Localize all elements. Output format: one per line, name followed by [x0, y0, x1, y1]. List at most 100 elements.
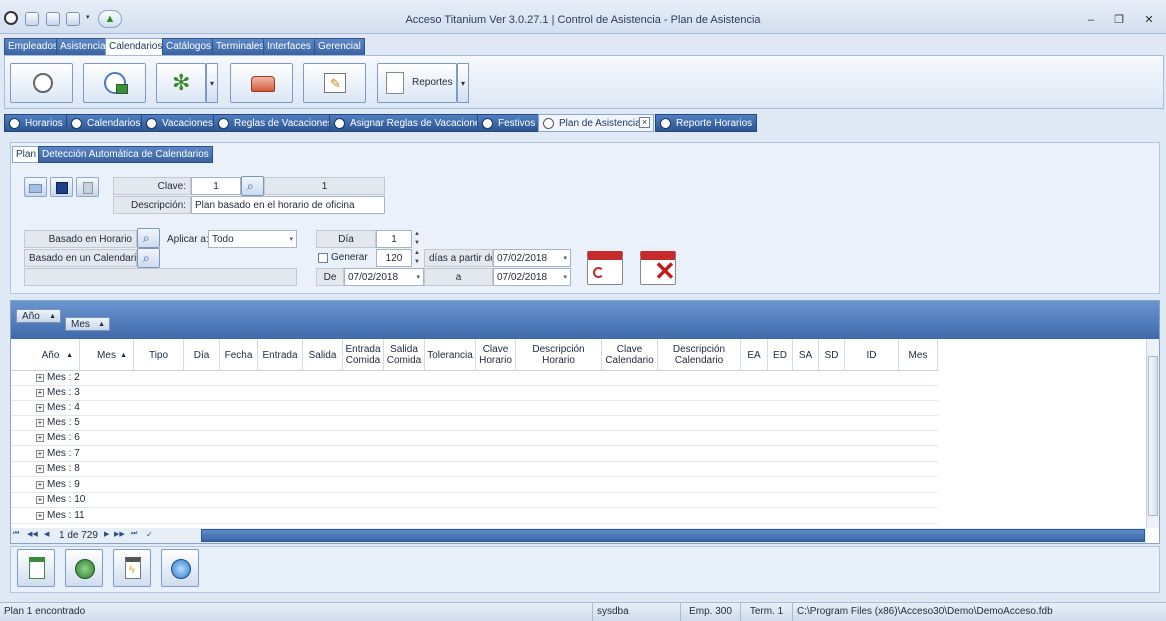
grid-group-row[interactable]: + Mes : 6: [11, 431, 938, 446]
ribbon-tab-asistencia[interactable]: Asistencia: [56, 38, 110, 55]
ribbon-tab-calendarios[interactable]: Calendarios: [105, 38, 167, 56]
expand-icon[interactable]: +: [36, 389, 44, 397]
basado-calendario-option[interactable]: Basado en un Calendario: [24, 249, 137, 267]
reportes-dropdown[interactable]: ▾: [457, 63, 469, 103]
expand-icon[interactable]: +: [36, 465, 44, 473]
reglas-button[interactable]: ✎: [303, 63, 366, 103]
clave-search-button[interactable]: ⌕: [241, 176, 264, 196]
minimize-button[interactable]: –: [1082, 12, 1100, 28]
col-dia[interactable]: Día: [184, 339, 220, 371]
col-descripcion-horario[interactable]: Descripción Horario: [516, 339, 602, 371]
grid-group-row[interactable]: + Mes : 3: [11, 386, 938, 401]
grid-group-row[interactable]: + Mes : 8: [11, 462, 938, 477]
ribbon-tab-interfaces[interactable]: Interfaces: [263, 38, 315, 55]
descripcion-input[interactable]: Plan basado en el horario de oficina: [191, 196, 385, 214]
ribbon-tab-empleados[interactable]: Empleados: [4, 38, 63, 55]
doc-tab-calendarios[interactable]: Calendarios: [66, 114, 146, 132]
doc-tab-reporte-horarios[interactable]: Reporte Horarios: [655, 114, 758, 132]
export-web-button[interactable]: [161, 549, 199, 587]
export-database-button[interactable]: [65, 549, 103, 587]
col-clave-calendario[interactable]: Clave Calendario: [602, 339, 658, 371]
vacaciones-dropdown[interactable]: ▾: [206, 63, 218, 103]
col-ea[interactable]: EA: [741, 339, 768, 371]
sub-tab-deteccion[interactable]: Detección Automática de Calendarios: [38, 146, 213, 163]
col-tipo[interactable]: Tipo: [134, 339, 184, 371]
nav-first-icon[interactable]: ⏮: [13, 530, 19, 538]
doc-tab-asignar-reglas[interactable]: Asignar Reglas de Vacaciones: [329, 114, 491, 132]
col-id[interactable]: ID: [845, 339, 899, 371]
group-pill-mes[interactable]: Mes ▲: [65, 317, 110, 331]
grid-group-row[interactable]: + Mes : 4: [11, 401, 938, 416]
col-descripcion-calendario[interactable]: Descripción Calendario: [658, 339, 741, 371]
grid-group-row[interactable]: + Mes : 2: [11, 371, 938, 386]
festivos-button[interactable]: [230, 63, 293, 103]
vertical-scroll-thumb[interactable]: [1148, 356, 1158, 516]
generar-spinner[interactable]: ▲ ▼: [412, 249, 422, 267]
nav-prev-icon[interactable]: ◀: [44, 530, 49, 538]
expand-icon[interactable]: +: [36, 496, 44, 504]
sub-tab-plan[interactable]: Plan: [12, 146, 41, 163]
aplicar-select[interactable]: Todo ▾: [208, 230, 297, 248]
col-ed[interactable]: ED: [768, 339, 793, 371]
close-window-button[interactable]: ✕: [1140, 12, 1158, 28]
col-ano[interactable]: Año ▲: [22, 339, 80, 371]
doc-tab-festivos[interactable]: Festivos: [477, 114, 541, 132]
col-clave-horario[interactable]: Clave Horario: [476, 339, 516, 371]
col-mes[interactable]: Mes ▲: [80, 339, 134, 371]
grid-group-row[interactable]: + Mes : 7: [11, 447, 938, 462]
col-sa[interactable]: SA: [793, 339, 819, 371]
col-salida-comida[interactable]: Salida Comida: [384, 339, 425, 371]
delete-calendar-button[interactable]: ✕: [639, 249, 679, 287]
expand-icon[interactable]: +: [36, 419, 44, 427]
expand-icon[interactable]: +: [36, 374, 44, 382]
generar-input[interactable]: 120: [376, 249, 412, 267]
expand-icon[interactable]: +: [36, 512, 44, 520]
col-mes-2[interactable]: Mes: [899, 339, 938, 371]
de-date-picker[interactable]: 07/02/2018 ▾: [344, 268, 424, 286]
expand-icon[interactable]: +: [36, 434, 44, 442]
doc-tab-vacaciones[interactable]: Vacaciones: [141, 114, 218, 132]
open-folder-button[interactable]: [24, 177, 47, 197]
doc-tab-horarios[interactable]: Horarios: [4, 114, 68, 132]
calendarios-button[interactable]: [83, 63, 146, 103]
dias-date-picker[interactable]: 07/02/2018 ▾: [493, 249, 571, 267]
clave-input[interactable]: 1: [191, 177, 241, 195]
ribbon-tab-catalogos[interactable]: Catálogos: [162, 38, 216, 55]
basado-horario-option[interactable]: Basado en Horario: [24, 230, 137, 248]
export-text-button[interactable]: ϟ: [113, 549, 151, 587]
group-pill-ano[interactable]: Año ▲: [16, 309, 61, 323]
col-sd[interactable]: SD: [819, 339, 845, 371]
reportes-button[interactable]: Reportes: [377, 63, 457, 103]
nav-last-icon[interactable]: ⏭: [131, 530, 137, 538]
close-tab-icon[interactable]: ×: [639, 117, 650, 128]
col-fecha[interactable]: Fecha: [220, 339, 258, 371]
generar-checkbox[interactable]: [318, 253, 328, 263]
horizontal-scrollbar[interactable]: [201, 529, 1145, 542]
expand-icon[interactable]: +: [36, 404, 44, 412]
expand-icon[interactable]: +: [36, 450, 44, 458]
expand-icon[interactable]: +: [36, 481, 44, 489]
calendario-search-button[interactable]: ⌕: [137, 248, 160, 268]
col-entrada[interactable]: Entrada: [258, 339, 303, 371]
grid-group-row[interactable]: + Mes : 9: [11, 478, 938, 493]
maximize-button[interactable]: ❐: [1110, 12, 1128, 28]
doc-tab-plan-asistencia[interactable]: Plan de Asistencia: [538, 114, 654, 132]
nav-next-icon[interactable]: ▶: [104, 530, 109, 538]
nav-next-page-icon[interactable]: ▶▶: [114, 530, 125, 538]
doc-tab-reglas-vacaciones[interactable]: Reglas de Vacaciones: [213, 114, 338, 132]
horario-search-button[interactable]: ⌕: [137, 228, 160, 248]
delete-button[interactable]: [76, 177, 99, 197]
grid-group-row[interactable]: + Mes : 5: [11, 416, 938, 431]
horarios-button[interactable]: [10, 63, 73, 103]
col-tolerancia[interactable]: Tolerancia: [425, 339, 476, 371]
ribbon-tab-terminales[interactable]: Terminales: [212, 38, 269, 55]
generate-calendar-button[interactable]: [586, 249, 624, 287]
save-button[interactable]: [50, 177, 73, 197]
nav-save-icon[interactable]: ✓: [146, 530, 153, 539]
col-entrada-comida[interactable]: Entrada Comida: [343, 339, 384, 371]
col-salida[interactable]: Salida: [303, 339, 343, 371]
vacaciones-button[interactable]: ✻: [156, 63, 206, 103]
grid-group-row[interactable]: + Mes : 10: [11, 493, 938, 508]
nav-prev-page-icon[interactable]: ◀◀: [27, 530, 38, 538]
dia-input[interactable]: 1: [376, 230, 412, 248]
